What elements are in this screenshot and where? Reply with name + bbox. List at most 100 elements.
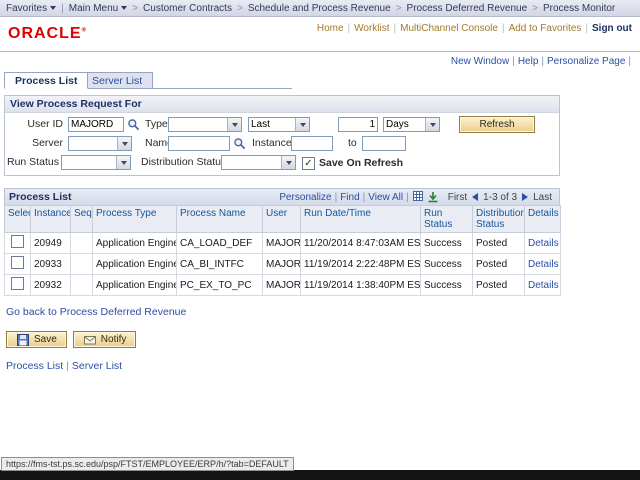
instance-from-input[interactable] — [291, 136, 333, 151]
zoom-grid-icon[interactable] — [413, 191, 425, 203]
table-header-row: Select Instance Seq. Process Type Proces… — [5, 206, 561, 233]
type-select[interactable] — [168, 117, 242, 132]
seq-cell — [71, 254, 93, 275]
server-select[interactable] — [68, 136, 132, 151]
new-window-link[interactable]: New Window — [451, 56, 509, 67]
col-distribution-status: Distribution Status — [473, 206, 525, 233]
view-all-link[interactable]: View All — [368, 192, 403, 203]
col-seq: Seq. — [71, 206, 93, 233]
go-back-row: Go back to Process Deferred Revenue — [6, 306, 640, 318]
grid-titlebar: Process List Personalize|Find|View All| … — [4, 188, 560, 205]
details-link[interactable]: Details — [528, 280, 559, 291]
multichannel-console-link[interactable]: MultiChannel Console — [400, 23, 498, 34]
save-button-label: Save — [34, 334, 57, 345]
main-menu-label: Main Menu — [69, 3, 118, 14]
user-id-lookup-icon[interactable] — [127, 118, 140, 131]
user-id-input[interactable] — [68, 117, 124, 132]
page-content: View Process Request For User ID Type La… — [0, 95, 640, 372]
tab-server-list[interactable]: Server List — [81, 72, 153, 89]
table-row: 20949 Application Engine CA_LOAD_DEF MAJ… — [5, 233, 561, 254]
favorites-menu[interactable]: Favorites — [6, 3, 56, 14]
status-url-tooltip: https://fms-tst.ps.sc.edu/psp/FTST/EMPLO… — [1, 457, 294, 471]
row-checkbox[interactable] — [11, 256, 24, 269]
col-select: Select — [5, 206, 31, 233]
separator: | — [541, 56, 544, 67]
breadcrumb-customer-contracts[interactable]: Customer Contracts — [143, 3, 232, 14]
main-menu[interactable]: Main Menu — [69, 3, 127, 14]
previous-page-icon[interactable] — [472, 193, 478, 201]
breadcrumb-process-monitor[interactable]: Process Monitor — [543, 3, 615, 14]
instance-cell: 20949 — [31, 233, 71, 254]
last-select[interactable]: Last — [248, 117, 310, 132]
page-range: 1-3 of 3 — [483, 192, 517, 203]
run-status-select[interactable] — [61, 155, 131, 170]
save-on-refresh-checkbox[interactable]: ✓ — [302, 157, 315, 170]
dropdown-arrow-icon — [117, 137, 131, 150]
filter-form: User ID Type Last Days Refresh Server Na… — [5, 113, 559, 175]
separator: | — [363, 192, 366, 203]
personalize-link[interactable]: Personalize — [279, 192, 331, 203]
last-number-input[interactable] — [338, 117, 378, 132]
details-cell: Details — [525, 233, 561, 254]
run-datetime-cell: 11/20/2014 8:47:03AM EST — [301, 233, 421, 254]
type-label: Type — [145, 117, 168, 132]
download-icon[interactable] — [427, 191, 439, 203]
help-link[interactable]: Help — [518, 56, 539, 67]
to-label: to — [348, 136, 357, 151]
last-label[interactable]: Last — [533, 192, 552, 203]
save-button[interactable]: Save — [6, 331, 67, 348]
server-list-bottom-link[interactable]: Server List — [72, 360, 122, 372]
dropdown-arrow-icon — [227, 118, 241, 131]
go-back-link[interactable]: Go back to Process Deferred Revenue — [6, 306, 186, 318]
breadcrumb-schedule-process-revenue[interactable]: Schedule and Process Revenue — [248, 3, 391, 14]
save-disk-icon — [17, 334, 29, 346]
first-label[interactable]: First — [448, 192, 467, 203]
oracle-logo-text: ORACLE — [8, 25, 82, 42]
run-status-cell: Success — [421, 233, 473, 254]
details-link[interactable]: Details — [528, 238, 559, 249]
instance-cell: 20933 — [31, 254, 71, 275]
details-cell: Details — [525, 254, 561, 275]
breadcrumb-process-deferred-revenue[interactable]: Process Deferred Revenue — [407, 3, 528, 14]
name-input[interactable] — [168, 136, 230, 151]
check-icon: ✓ — [304, 158, 312, 169]
separator: | — [348, 23, 351, 34]
name-lookup-icon[interactable] — [233, 137, 246, 150]
find-link[interactable]: Find — [340, 192, 359, 203]
details-link[interactable]: Details — [528, 259, 559, 270]
refresh-button[interactable]: Refresh — [459, 116, 535, 133]
run-datetime-cell: 11/19/2014 1:38:40PM EST — [301, 275, 421, 296]
process-list-grid: Process List Personalize|Find|View All| … — [4, 188, 560, 296]
tab-strip: Process List Server List — [4, 71, 640, 89]
table-row: 20932 Application Engine PC_EX_TO_PC MAJ… — [5, 275, 561, 296]
distribution-status-cell: Posted — [473, 233, 525, 254]
col-process-name: Process Name — [177, 206, 263, 233]
dropdown-arrow-icon — [116, 156, 130, 169]
process-list-bottom-link[interactable]: Process List — [6, 360, 63, 372]
col-details: Details — [525, 206, 561, 233]
add-to-favorites-link[interactable]: Add to Favorites — [509, 23, 582, 34]
seq-cell — [71, 233, 93, 254]
breadcrumb-bar: Favorites | Main Menu > Customer Contrac… — [0, 0, 640, 17]
col-instance: Instance — [31, 206, 71, 233]
table-row: 20933 Application Engine CA_BI_INTFC MAJ… — [5, 254, 561, 275]
process-type-cell: Application Engine — [93, 254, 177, 275]
instance-to-input[interactable] — [362, 136, 406, 151]
user-cell: MAJORD — [263, 254, 301, 275]
days-select-value: Days — [386, 119, 425, 130]
select-cell — [5, 275, 31, 296]
personalize-page-link[interactable]: Personalize Page — [547, 56, 625, 67]
tab-process-list[interactable]: Process List — [4, 72, 88, 89]
notify-button[interactable]: Notify — [73, 331, 137, 348]
worklist-link[interactable]: Worklist — [354, 23, 389, 34]
row-checkbox[interactable] — [11, 235, 24, 248]
home-link[interactable]: Home — [317, 23, 344, 34]
days-select[interactable]: Days — [383, 117, 440, 132]
component-links: Process List|Server List — [6, 360, 640, 372]
row-checkbox[interactable] — [11, 277, 24, 290]
sign-out-link[interactable]: Sign out — [592, 23, 632, 34]
distribution-status-select[interactable] — [221, 155, 296, 170]
select-cell — [5, 254, 31, 275]
next-page-icon[interactable] — [522, 193, 528, 201]
dropdown-arrow-icon — [425, 118, 439, 131]
